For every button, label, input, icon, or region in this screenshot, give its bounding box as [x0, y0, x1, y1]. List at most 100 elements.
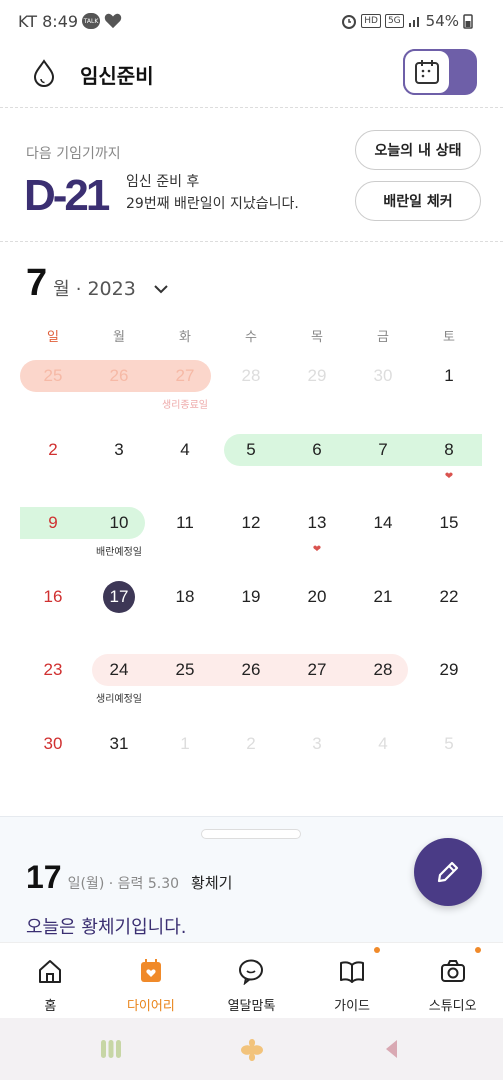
page-title: 임신준비	[80, 64, 154, 88]
hd-icon: HD	[361, 14, 381, 28]
dday-desc-line1: 임신 준비 후	[126, 174, 200, 190]
calendar-day[interactable]: 9	[20, 507, 86, 539]
calendar-day[interactable]: 11	[152, 507, 218, 539]
new-badge-dot	[474, 947, 481, 953]
calendar-week: 2 3 4 5 6 7 8 ❤	[20, 432, 482, 506]
sheet-drag-handle[interactable]	[201, 829, 301, 839]
talk-badge-text: TALK	[83, 17, 99, 25]
battery-icon	[463, 14, 473, 29]
calendar-day[interactable]: 10	[86, 507, 152, 539]
weekday-sun: 일	[47, 330, 59, 345]
ovulation-expected-label: 배란예정일	[96, 547, 142, 559]
calendar-day[interactable]: 1	[416, 360, 482, 392]
calendar-grid: 25 26 27 28 29 30 1 생리종료일 2 3 4 5 6 7 8 …	[20, 358, 482, 800]
nav-label: 열달맘톡	[227, 999, 276, 1014]
heart-marker-icon: ❤	[444, 470, 454, 482]
calendar-day[interactable]: 3	[86, 434, 152, 466]
calendar-day[interactable]: 20	[284, 581, 350, 613]
calendar-week: 9 10 11 12 13 14 15 배란예정일 ❤	[20, 505, 482, 579]
calendar-day[interactable]: 5	[416, 728, 482, 760]
calendar-day[interactable]: 21	[350, 581, 416, 613]
period-expected-label: 생리예정일	[96, 694, 142, 706]
nav-item-diary[interactable]: 다이어리	[101, 943, 202, 1018]
nav-item-chat[interactable]: 열달맘톡	[201, 943, 302, 1018]
calendar-day[interactable]: 2	[218, 728, 284, 760]
calendar-day[interactable]: 1	[152, 728, 218, 760]
weekday-mon: 월	[113, 330, 125, 345]
dday-section: 다음 기임기까지 D-21 임신 준비 후 29번째 배란일이 지났습니다. 오…	[0, 109, 503, 242]
nav-item-guide[interactable]: 가이드	[302, 943, 403, 1018]
back-button-icon[interactable]	[383, 1038, 401, 1060]
system-status-icons: HD 5G 54%	[341, 12, 473, 30]
calendar-day[interactable]: 4	[152, 434, 218, 466]
selected-day-meta: 일(월) · 음력 5.30	[67, 876, 180, 892]
calendar-day[interactable]: 24	[86, 654, 152, 686]
calendar-view-toggle[interactable]	[403, 49, 477, 95]
today-marker: 17	[103, 580, 135, 613]
calendar-day[interactable]: 12	[218, 507, 284, 539]
ovulation-checker-button[interactable]: 배란일 체커	[355, 181, 481, 221]
calendar-day[interactable]: 22	[416, 581, 482, 613]
home-button-icon[interactable]	[240, 1038, 264, 1062]
status-bar: KT 8:49 TALK HD 5G 54%	[0, 0, 503, 44]
weekday-fri: 금	[377, 330, 389, 345]
weekday-header: 일 월 화 수 목 금 토	[20, 326, 482, 345]
calendar-day[interactable]: 30	[350, 360, 416, 392]
system-nav-bar	[0, 1018, 503, 1080]
calendar-day[interactable]: 23	[20, 654, 86, 686]
calendar-day[interactable]: 26	[86, 360, 152, 392]
calendar-day[interactable]: 30	[20, 728, 86, 760]
calendar-day[interactable]: 8	[416, 434, 482, 466]
write-entry-button[interactable]	[414, 838, 482, 906]
dday-subtitle: 다음 기임기까지	[26, 146, 121, 162]
calendar-icon	[415, 60, 439, 84]
calendar-day[interactable]: 25	[20, 360, 86, 392]
today-status-button[interactable]: 오늘의 내 상태	[355, 130, 481, 170]
calendar-week: 25 26 27 28 29 30 1 생리종료일	[20, 358, 482, 432]
calendar-day[interactable]: 3	[284, 728, 350, 760]
carrier-label: KT	[18, 12, 38, 31]
heart-icon	[104, 13, 122, 29]
calendar-day[interactable]: 29	[416, 654, 482, 686]
calendar-day[interactable]: 27	[152, 360, 218, 392]
month-number: 7	[26, 262, 48, 304]
calendar-day-today[interactable]: 17	[86, 580, 152, 613]
diary-icon	[140, 959, 161, 982]
calendar-day[interactable]: 18	[152, 581, 218, 613]
month-selector[interactable]: 7 월 · 2023	[26, 262, 170, 305]
home-icon	[39, 960, 62, 983]
calendar-day[interactable]: 31	[86, 728, 152, 760]
nav-item-studio[interactable]: 스튜디오	[402, 943, 503, 1018]
recent-apps-icon[interactable]	[100, 1038, 122, 1060]
calendar-day[interactable]: 26	[218, 654, 284, 686]
period-end-label: 생리종료일	[162, 400, 208, 411]
calendar-day[interactable]: 6	[284, 434, 350, 466]
calendar-day[interactable]: 16	[20, 581, 86, 613]
calendar-day[interactable]: 14	[350, 507, 416, 539]
calendar-day[interactable]: 7	[350, 434, 416, 466]
calendar-day[interactable]: 5	[218, 434, 284, 466]
nav-label: 홈	[44, 999, 57, 1014]
calendar-day[interactable]: 28	[350, 654, 416, 686]
nav-item-home[interactable]: 홈	[0, 943, 101, 1018]
calendar-icon-wrap[interactable]	[403, 49, 451, 95]
calendar-day[interactable]: 2	[20, 434, 86, 466]
app-header: 임신준비	[0, 44, 503, 108]
calendar-week: 30 31 1 2 3 4 5	[20, 726, 482, 800]
calendar-day[interactable]: 28	[218, 360, 284, 392]
calendar-day[interactable]: 4	[350, 728, 416, 760]
calendar-day[interactable]: 29	[284, 360, 350, 392]
calendar-day[interactable]: 27	[284, 654, 350, 686]
battery-level: 54%	[425, 12, 459, 30]
month-separator: ·	[75, 279, 82, 300]
book-icon	[340, 961, 365, 983]
calendar-day[interactable]: 15	[416, 507, 482, 539]
pencil-icon	[437, 861, 459, 883]
chevron-down-icon[interactable]	[152, 283, 170, 295]
new-badge-dot	[374, 947, 381, 953]
calendar-day[interactable]: 13	[284, 507, 350, 539]
year-label: 2023	[87, 278, 136, 300]
calendar-day[interactable]: 19	[218, 581, 284, 613]
drop-icon	[33, 59, 55, 88]
calendar-day[interactable]: 25	[152, 654, 218, 686]
